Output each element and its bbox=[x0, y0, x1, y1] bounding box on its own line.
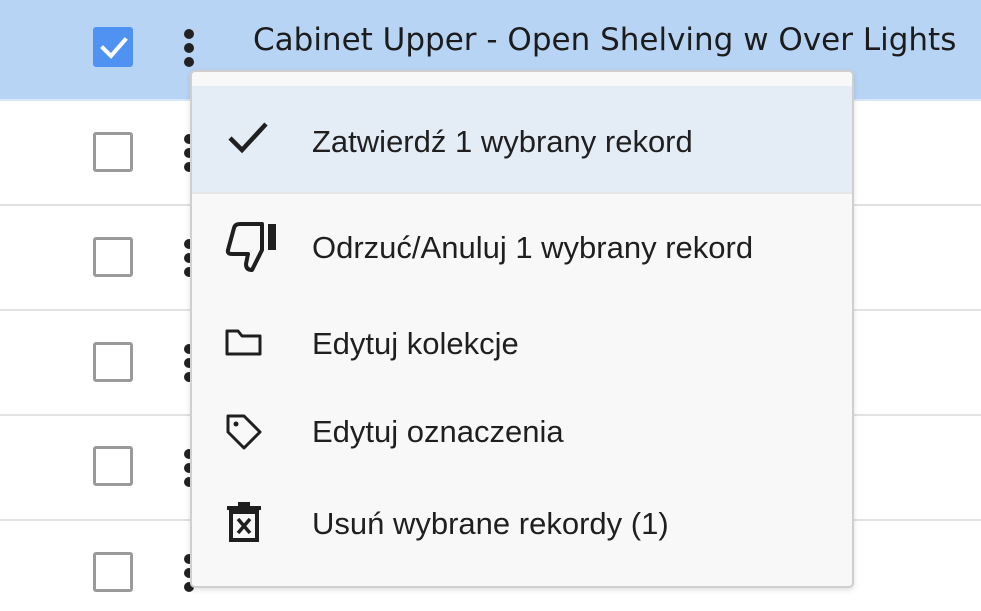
row-title: Cabinet Upper - Open Shelving w Over Lig… bbox=[253, 22, 957, 58]
bulk-actions-menu: Zatwierdź 1 wybrany rekord Odrzuć/Anuluj… bbox=[190, 70, 854, 588]
reject-selected-menu-item[interactable]: Odrzuć/Anuluj 1 wybrany rekord bbox=[192, 196, 852, 300]
approve-selected-menu-item[interactable]: Zatwierdź 1 wybrany rekord bbox=[192, 86, 852, 192]
delete-selected-label: Usuń wybrane rekordy (1) bbox=[312, 506, 669, 541]
check-icon bbox=[224, 118, 272, 166]
row-checkbox[interactable] bbox=[93, 342, 133, 382]
folder-icon bbox=[224, 326, 264, 366]
row-checkbox[interactable] bbox=[93, 132, 133, 172]
delete-selected-menu-item[interactable]: Usuń wybrane rekordy (1) bbox=[192, 472, 852, 572]
edit-tags-menu-item[interactable]: Edytuj oznaczenia bbox=[192, 386, 852, 472]
row-more-options-button[interactable] bbox=[184, 29, 198, 71]
row-checkbox[interactable] bbox=[93, 237, 133, 277]
trash-icon bbox=[224, 500, 264, 552]
approve-selected-label: Zatwierdź 1 wybrany rekord bbox=[312, 124, 693, 159]
tag-icon bbox=[224, 412, 264, 460]
edit-collections-menu-item[interactable]: Edytuj kolekcje bbox=[192, 300, 852, 386]
edit-collections-label: Edytuj kolekcje bbox=[312, 326, 519, 361]
reject-selected-label: Odrzuć/Anuluj 1 wybrany rekord bbox=[312, 230, 754, 265]
checkmark-icon bbox=[100, 37, 128, 59]
row-checkbox[interactable] bbox=[93, 27, 133, 67]
thumbs-down-icon bbox=[224, 220, 282, 282]
row-checkbox[interactable] bbox=[93, 446, 133, 486]
menu-divider bbox=[192, 192, 852, 194]
row-checkbox[interactable] bbox=[93, 552, 133, 592]
edit-tags-label: Edytuj oznaczenia bbox=[312, 414, 564, 449]
